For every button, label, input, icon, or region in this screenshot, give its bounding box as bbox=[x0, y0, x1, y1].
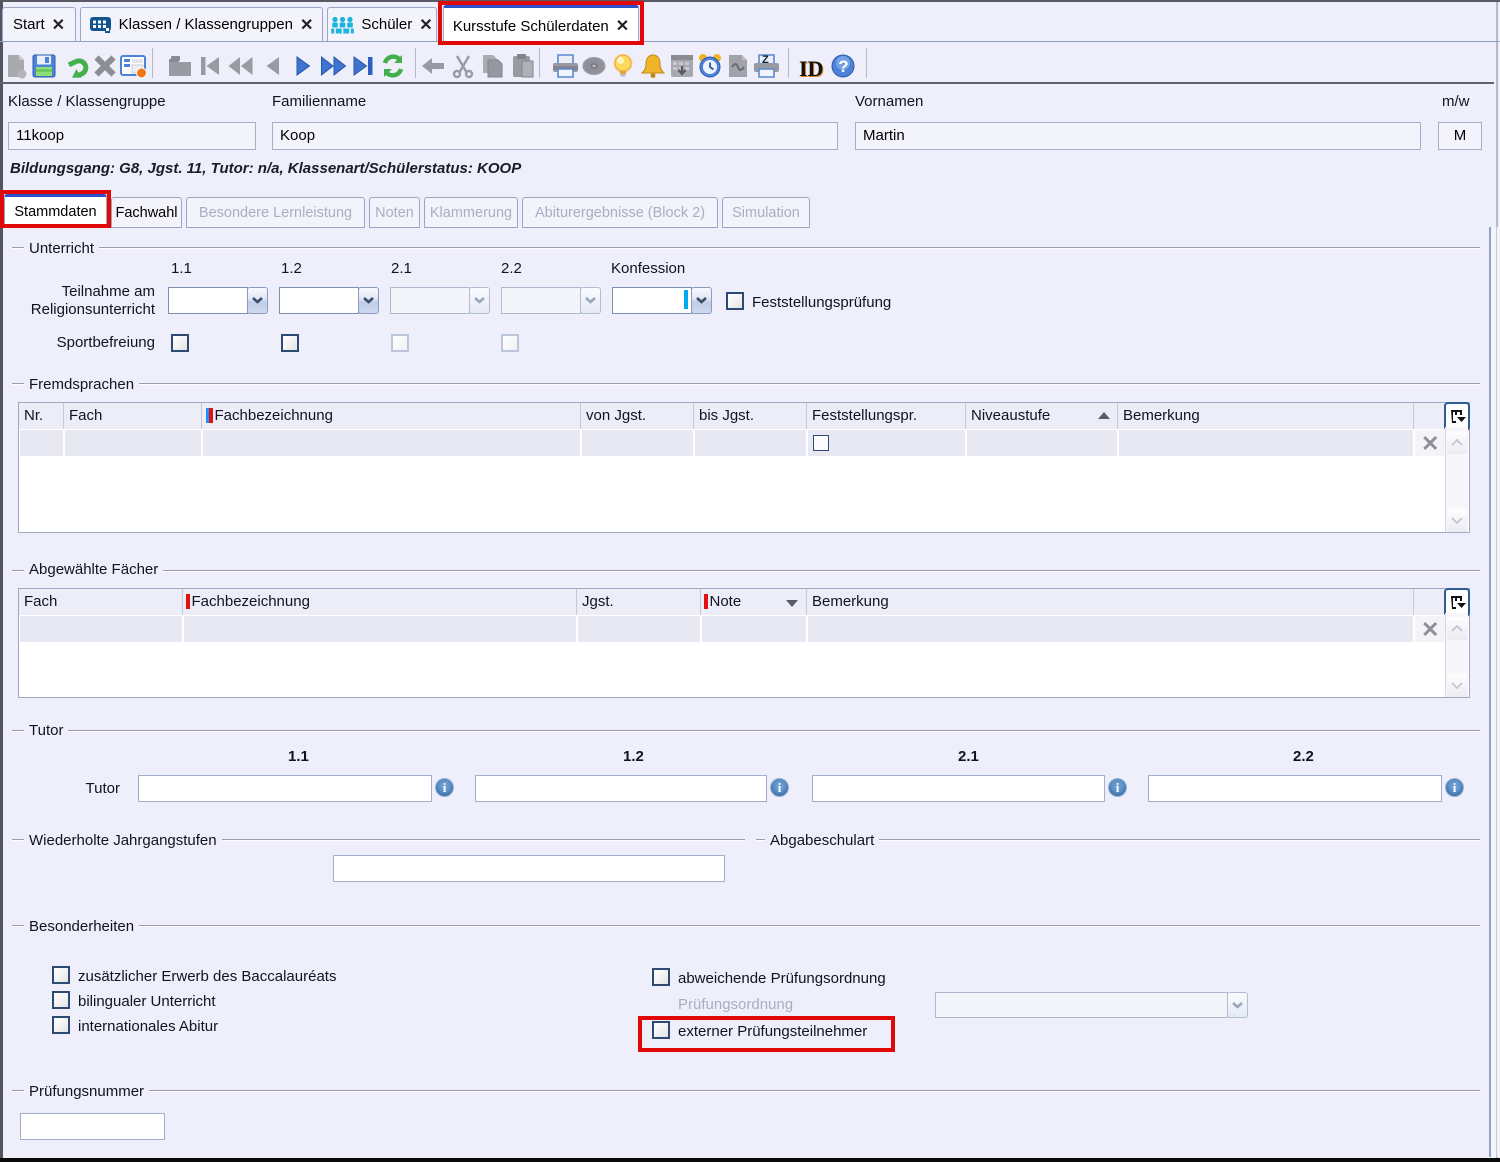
svg-text:?: ? bbox=[838, 57, 848, 76]
